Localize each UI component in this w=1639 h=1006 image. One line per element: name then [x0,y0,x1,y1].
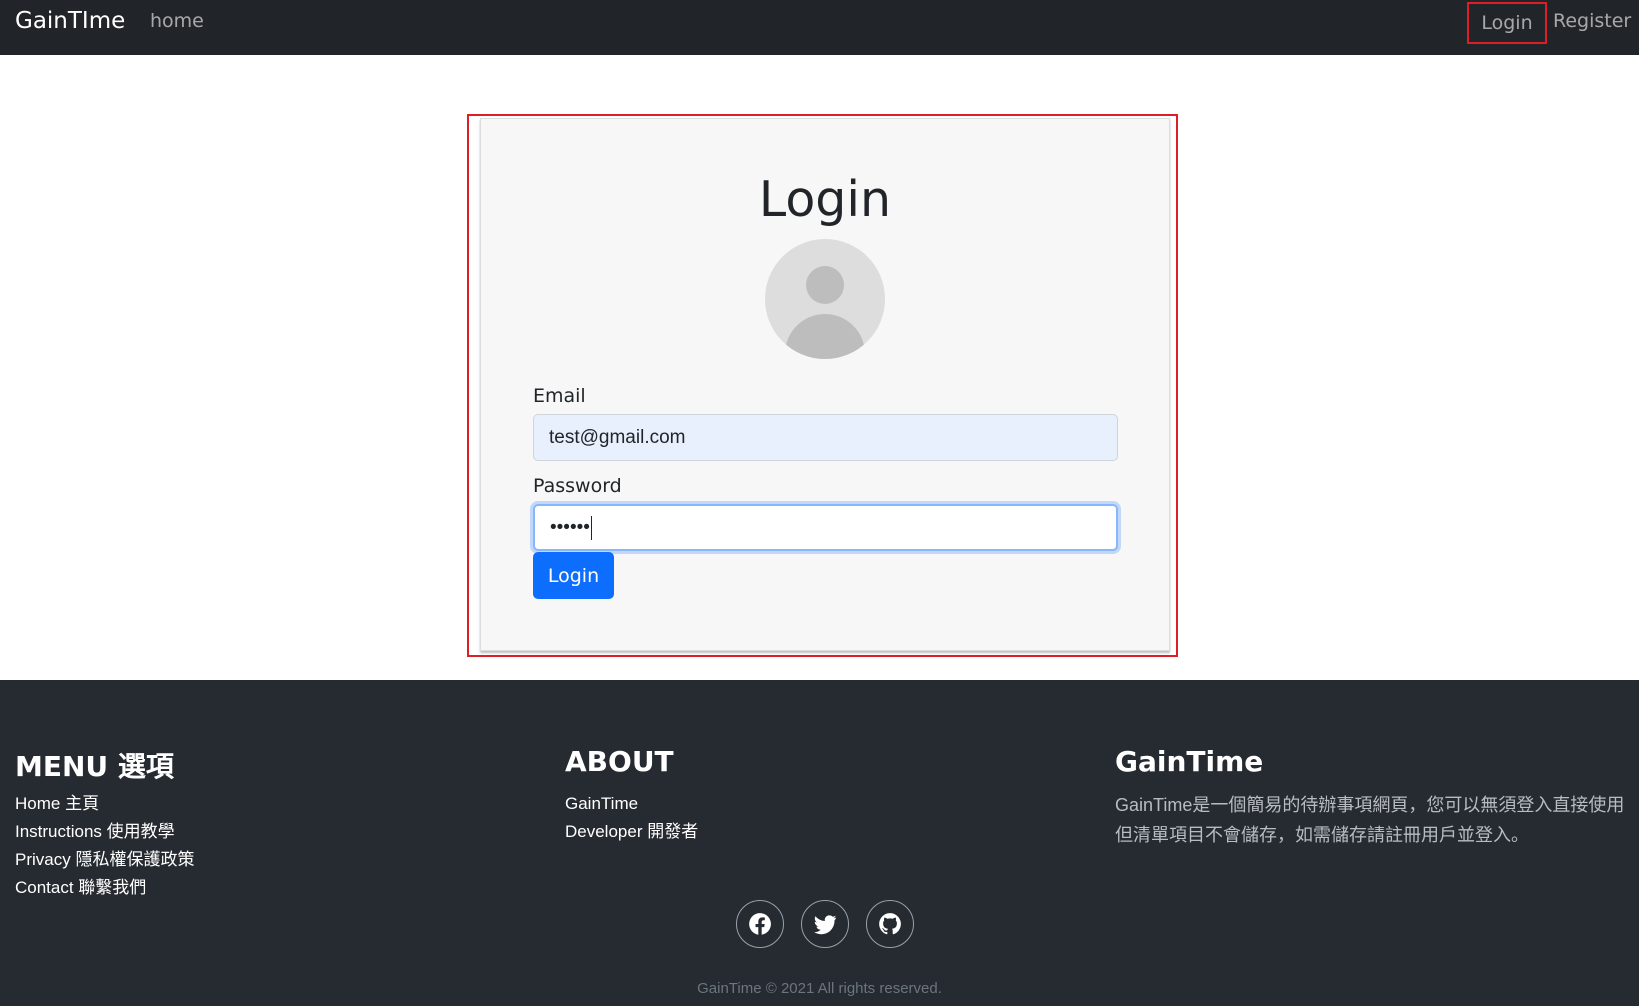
nav-link-home[interactable]: home [150,10,204,32]
login-title: Login [758,171,892,228]
brand-logo[interactable]: GainTIme [15,8,125,34]
email-label: Email [533,385,586,407]
footer-link-developer[interactable]: Developer 開發者 [565,818,698,846]
footer-menu-list: Home 主頁 Instructions 使用教學 Privacy 隱私權保護政… [15,790,194,902]
footer: MENU 選項 Home 主頁 Instructions 使用教學 Privac… [0,680,1639,1006]
footer-about-list: GainTime Developer 開發者 [565,790,698,846]
login-button[interactable]: Login [533,552,614,599]
footer-link-contact[interactable]: Contact 聯繫我們 [15,874,194,902]
footer-gaintime-title: GainTime [1115,745,1264,778]
password-field[interactable]: •••••• [533,504,1118,551]
navbar: GainTIme home Login Register [0,0,1639,55]
login-card: Login Email test@gmail.com Password ••••… [480,118,1170,651]
avatar-body [785,314,865,359]
avatar-head [806,266,844,304]
footer-link-privacy[interactable]: Privacy 隱私權保護政策 [15,846,194,874]
nav-link-register[interactable]: Register [1553,10,1631,32]
facebook-icon[interactable] [736,900,784,948]
avatar-icon [765,239,885,359]
text-cursor [590,515,592,540]
footer-menu-title: MENU 選項 [15,750,174,783]
footer-link-home[interactable]: Home 主頁 [15,790,194,818]
copyright-text: GainTime © 2021 All rights reserved. [697,980,942,997]
email-value: test@gmail.com [549,426,686,448]
footer-link-instructions[interactable]: Instructions 使用教學 [15,818,194,846]
github-icon[interactable] [866,900,914,948]
nav-link-login[interactable]: Login [1467,2,1547,44]
twitter-icon[interactable] [801,900,849,948]
footer-about-title: ABOUT [565,745,674,778]
footer-description: GainTime是一個簡易的待辦事項網頁，您可以無須登入直接使用但清單項目不會儲… [1115,795,1625,845]
email-field[interactable]: test@gmail.com [533,414,1118,461]
password-label: Password [533,475,622,497]
password-value: •••••• [550,516,590,538]
footer-link-gaintime[interactable]: GainTime [565,790,698,818]
